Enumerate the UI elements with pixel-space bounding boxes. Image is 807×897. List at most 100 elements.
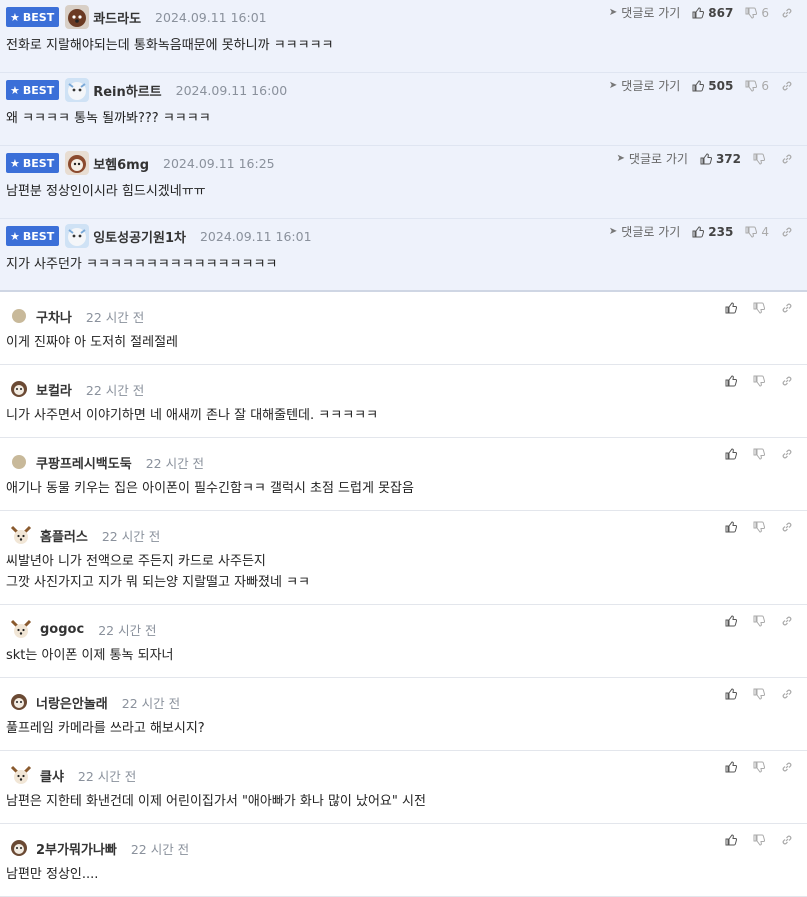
timestamp: 2024.09.11 16:01 (155, 9, 267, 25)
comment-text: 애기나 동물 키우는 집은 아이폰이 필수긴함ㅋㅋ 갤럭시 초점 드럽게 못잡음 (6, 481, 414, 496)
upvote-button[interactable] (725, 834, 753, 846)
comment-header: ★ BEST 잉토성공기원1차 2024.09.11 16:01 (6, 223, 312, 249)
nickname[interactable]: 너랑은안놀래 (36, 693, 108, 712)
avatar[interactable] (10, 764, 32, 786)
downvote-button[interactable] (753, 302, 781, 314)
star-icon: ★ (10, 10, 20, 24)
downvote-button[interactable] (753, 688, 781, 700)
avatar[interactable] (10, 524, 32, 546)
comment: 보컬라 22 시간 전 니가 사주면서 이야기하면 네 애새끼 존나 잘 대해줄… (0, 365, 807, 438)
upvote-button[interactable] (725, 375, 753, 387)
downvote-button[interactable]: 4 (745, 225, 781, 239)
go-to-reply-link[interactable]: ➤ 댓글로 가기 (609, 77, 680, 94)
comment-actions (725, 448, 797, 460)
avatar[interactable] (65, 5, 90, 29)
comment-header: ★ BEST 보헴6mg 2024.09.11 16:25 (6, 150, 275, 176)
link-icon (782, 762, 792, 772)
downvote-count: 6 (761, 78, 769, 93)
nickname[interactable]: 구차나 (36, 307, 72, 326)
upvote-button[interactable] (725, 302, 753, 314)
avatar[interactable] (10, 380, 28, 398)
avatar[interactable] (65, 224, 90, 248)
timestamp: 2024.09.11 16:01 (199, 228, 312, 244)
go-to-reply-link[interactable]: ➤ 댓글로 가기 (609, 223, 680, 240)
avatar[interactable] (10, 307, 28, 325)
share-link-button[interactable] (781, 761, 797, 773)
nickname[interactable]: 홈플러스 (40, 526, 88, 545)
comment-actions (725, 761, 797, 773)
upvote-button[interactable]: 235 (692, 225, 745, 239)
avatar[interactable] (65, 78, 90, 102)
downvote-button[interactable] (753, 521, 781, 533)
upvote-button[interactable]: 372 (700, 152, 753, 166)
thumbs-up-icon (692, 225, 705, 237)
comment-actions: ➤ 댓글로 가기 235 4 (609, 223, 797, 240)
share-link-button[interactable] (781, 448, 797, 460)
nickname[interactable]: 쿠팡프레시백도둑 (36, 453, 132, 472)
share-link-button[interactable] (781, 80, 797, 92)
upvote-button[interactable]: 505 (692, 79, 745, 93)
downvote-button[interactable] (753, 375, 781, 387)
link-icon (782, 689, 792, 699)
nickname[interactable]: Rein하르트 (93, 81, 161, 100)
comment-actions: ➤ 댓글로 가기 372 (617, 150, 797, 167)
share-link-button[interactable] (781, 302, 797, 314)
upvote-button[interactable] (725, 761, 753, 773)
share-link-button[interactable] (781, 688, 797, 700)
avatar[interactable] (65, 151, 90, 175)
share-link-button[interactable] (781, 153, 797, 165)
avatar[interactable] (10, 693, 28, 711)
nickname[interactable]: 2부가뭐가나빠 (36, 839, 117, 858)
downvote-button[interactable] (753, 834, 781, 846)
comment-actions: ➤ 댓글로 가기 867 6 (609, 4, 797, 21)
share-link-button[interactable] (781, 7, 797, 19)
share-link-button[interactable] (781, 226, 797, 238)
share-link-button[interactable] (781, 834, 797, 846)
downvote-button[interactable]: 6 (745, 6, 781, 20)
upvote-button[interactable] (725, 615, 753, 627)
nickname[interactable]: 클샤 (40, 766, 64, 785)
thumbs-down-icon (753, 761, 765, 773)
link-icon (782, 8, 792, 17)
thumbs-up-icon (725, 615, 737, 627)
go-to-reply-link[interactable]: ➤ 댓글로 가기 (609, 4, 680, 21)
link-icon (782, 616, 792, 626)
comment-text: 니가 사주면서 이야기하면 네 애새끼 존나 잘 대해줄텐데. ㅋㅋㅋㅋㅋ (6, 408, 379, 423)
link-icon (782, 449, 792, 459)
nickname[interactable]: 잉토성공기원1차 (93, 227, 186, 246)
share-link-button[interactable] (781, 521, 797, 533)
nickname[interactable]: 보헴6mg (93, 154, 149, 173)
avatar[interactable] (10, 839, 28, 857)
nickname[interactable]: 콰드라도 (93, 8, 141, 27)
downvote-button[interactable] (753, 761, 781, 773)
thumbs-down-icon (753, 375, 765, 387)
nickname[interactable]: gogoc (40, 622, 84, 637)
downvote-button[interactable] (753, 615, 781, 627)
avatar[interactable] (10, 618, 32, 640)
comment-text-line2: 그깟 사진가지고 지가 뭐 되는양 지랄떨고 자빠졌네 ㅋㅋ (6, 575, 311, 590)
share-link-button[interactable] (781, 375, 797, 387)
avatar[interactable] (10, 453, 28, 471)
comment-actions (725, 834, 797, 846)
downvote-button[interactable] (753, 153, 781, 165)
go-to-reply-link[interactable]: ➤ 댓글로 가기 (617, 150, 688, 167)
downvote-button[interactable] (753, 448, 781, 460)
upvote-button[interactable] (725, 448, 753, 460)
timestamp: 22 시간 전 (85, 309, 145, 325)
nickname[interactable]: 보컬라 (36, 380, 72, 399)
upvote-count: 372 (715, 151, 741, 166)
thumbs-up-icon (725, 448, 737, 460)
downvote-count: 6 (761, 5, 769, 20)
comment-actions (725, 521, 797, 533)
comment-text: 왜 ㅋㅋㅋㅋ 통녹 될까봐??? ㅋㅋㅋㅋ (6, 111, 211, 126)
comment-header: 보컬라 22 시간 전 (6, 376, 144, 402)
comment-header: gogoc 22 시간 전 (6, 616, 157, 642)
upvote-button[interactable] (725, 688, 753, 700)
share-link-button[interactable] (781, 615, 797, 627)
best-comment: ★ BEST Rein하르트 2024.09.11 16:00 ➤ 댓글로 가기 5… (0, 73, 807, 146)
upvote-button[interactable] (725, 521, 753, 533)
upvote-button[interactable]: 867 (692, 6, 745, 20)
link-icon (782, 154, 792, 163)
downvote-button[interactable]: 6 (745, 79, 781, 93)
thumbs-up-icon (725, 688, 737, 700)
